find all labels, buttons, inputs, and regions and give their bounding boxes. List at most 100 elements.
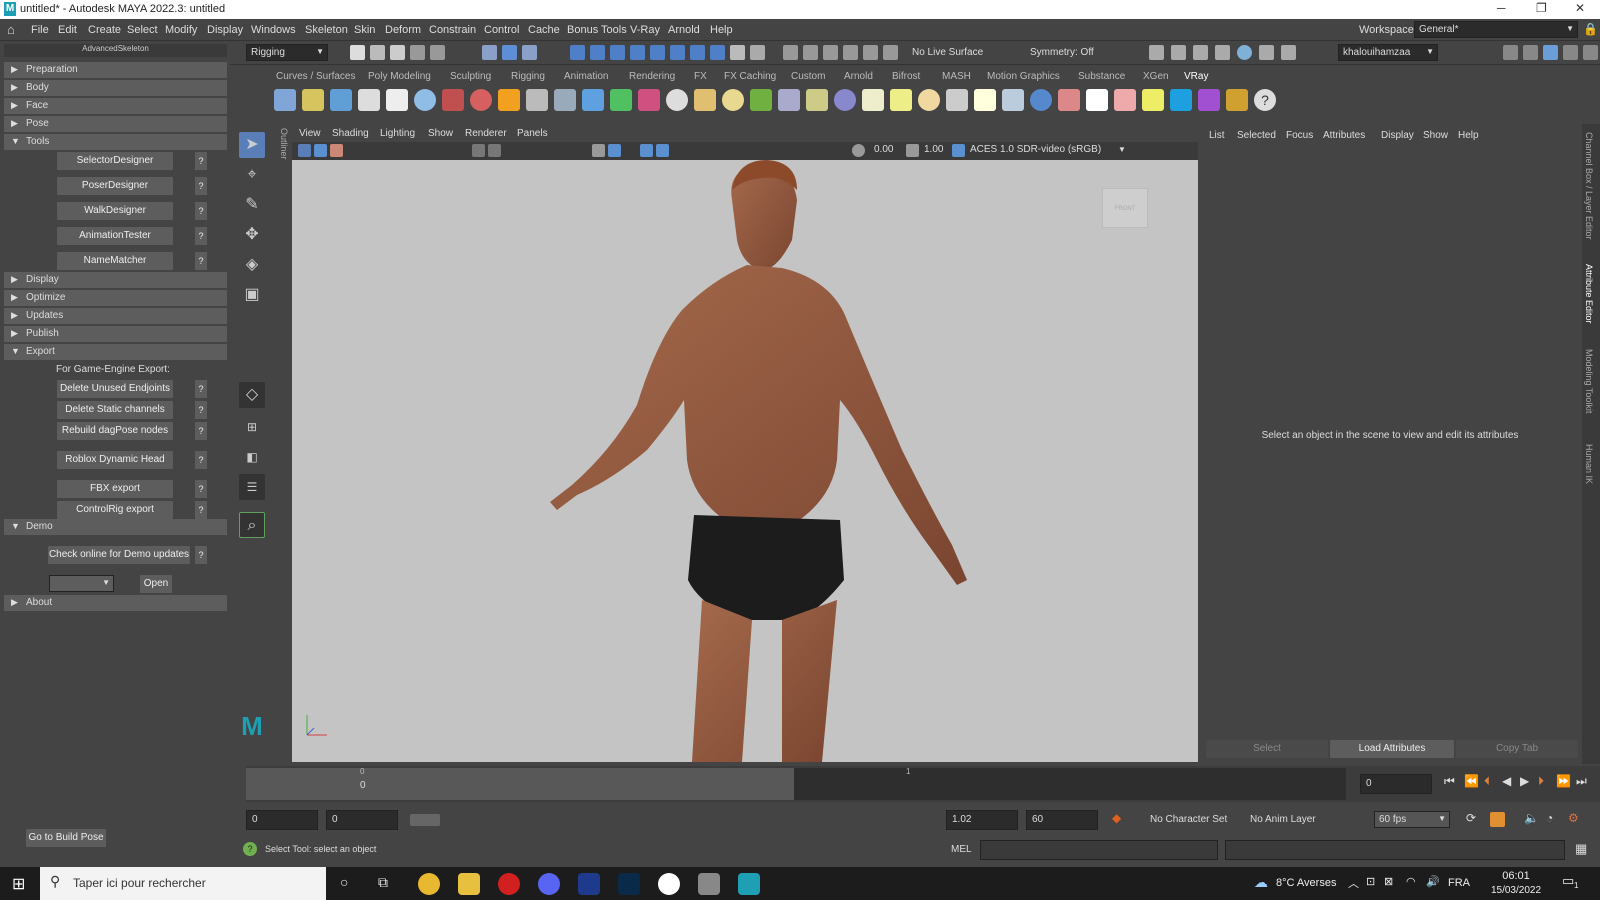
help-button[interactable]: ? (195, 252, 207, 270)
render-view-icon[interactable] (1237, 45, 1252, 60)
shelf-tab-sculpting[interactable]: Sculpting (450, 71, 491, 82)
shelf-tab-arnold[interactable]: Arnold (844, 71, 873, 82)
snap-live-icon[interactable] (863, 45, 878, 60)
menu-edit[interactable]: Edit (58, 24, 77, 36)
section-demo[interactable]: ▼ Demo (4, 519, 227, 535)
tray-chevron-icon[interactable]: ︿ (1348, 875, 1359, 891)
vray-chaos-icon[interactable] (1198, 89, 1220, 111)
ime-icon[interactable]: ⊠ (1384, 875, 1393, 888)
tab-human-ik[interactable]: Human IK (1584, 444, 1594, 484)
select-by-component-icon[interactable] (522, 45, 537, 60)
undo-icon[interactable] (410, 45, 425, 60)
opera-icon[interactable] (498, 873, 520, 895)
lasso-tool-icon[interactable]: ⌖ (239, 162, 265, 188)
fps-dropdown[interactable]: 60 fps ▼ (1374, 811, 1450, 828)
select-deformations-icon[interactable] (650, 45, 665, 60)
range-handle[interactable] (410, 814, 440, 826)
save-scene-icon[interactable] (390, 45, 405, 60)
roblox-dynamic-head-button[interactable]: Roblox Dynamic Head (57, 451, 173, 469)
vray-cloud-icon[interactable] (1170, 89, 1192, 111)
menu-skeleton[interactable]: Skeleton (305, 24, 348, 36)
search-icon[interactable]: ⌕ (239, 512, 265, 538)
weather-icon[interactable]: ☁ (1254, 874, 1268, 891)
close-icon[interactable]: ✕ (1575, 1, 1585, 15)
outliner-side-tab[interactable]: Outliner (273, 128, 289, 188)
command-input[interactable] (980, 840, 1218, 860)
time-slider[interactable]: 0 1 0 0 ⏮ ⏪ ⏴ ◀ ▶ ⏵ ⏩ ⏭ (246, 766, 1600, 802)
vray-dome-light-icon[interactable] (666, 89, 688, 111)
vray-light-lister-icon[interactable] (1142, 89, 1164, 111)
vray-material-icon[interactable] (414, 89, 436, 111)
section-export[interactable]: ▼ Export (4, 344, 227, 360)
scene-view[interactable]: FRONT (292, 160, 1198, 762)
controlrig-export-button[interactable]: ControlRig export (57, 501, 173, 519)
ae-copy-tab-button[interactable]: Copy Tab (1456, 740, 1578, 758)
go-to-start-icon[interactable]: ⏮ (1444, 774, 1455, 789)
shelf-tab-poly[interactable]: Poly Modeling (368, 71, 431, 82)
vray-sun-icon[interactable] (974, 89, 996, 111)
cortana-icon[interactable]: ○ (340, 874, 348, 890)
current-frame-field[interactable]: 0 (1360, 774, 1432, 794)
play-back-icon[interactable]: ◀ (1502, 774, 1511, 788)
shelf-tab-substance[interactable]: Substance (1078, 71, 1125, 82)
script-editor-icon[interactable]: ▦ (1575, 841, 1587, 857)
help-button[interactable]: ? (195, 422, 207, 440)
camera-attributes-icon[interactable] (314, 144, 327, 157)
time-slider-track[interactable]: 0 1 0 (246, 767, 1346, 800)
section-body[interactable]: ▶ Body (4, 80, 227, 96)
selector-designer-button[interactable]: SelectorDesigner (57, 152, 173, 170)
select-curves-icon[interactable] (610, 45, 625, 60)
rider-icon[interactable] (578, 873, 600, 895)
gamma-value[interactable]: 1.00 (924, 144, 943, 155)
viewport[interactable]: View Shading Lighting Show Renderer Pane… (292, 126, 1198, 762)
ae-select-button[interactable]: Select (1206, 740, 1328, 758)
vray-help-icon[interactable]: ? (1254, 89, 1276, 111)
help-button[interactable]: ? (195, 227, 207, 245)
view-cube[interactable]: FRONT (1102, 188, 1148, 228)
section-preparation[interactable]: ▶ Preparation (4, 62, 227, 78)
menu-modify[interactable]: Modify (165, 24, 197, 36)
shelf-tab-custom[interactable]: Custom (791, 71, 825, 82)
help-button[interactable]: ? (195, 451, 207, 469)
vp-menu-lighting[interactable]: Lighting (380, 128, 415, 139)
select-rendering-icon[interactable] (690, 45, 705, 60)
select-dynamics-icon[interactable] (670, 45, 685, 60)
section-face[interactable]: ▶ Face (4, 98, 227, 114)
task-view-icon[interactable]: ⧉ (378, 874, 388, 891)
section-tools[interactable]: ▼ Tools (4, 134, 227, 150)
menu-display[interactable]: Display (207, 24, 243, 36)
chevron-down-icon[interactable]: ▼ (1118, 145, 1126, 154)
shelf-tab-xgen[interactable]: XGen (1143, 71, 1169, 82)
shelf-tab-animation[interactable]: Animation (564, 71, 608, 82)
bookmark-icon[interactable] (330, 144, 343, 157)
help-button[interactable]: ? (195, 177, 207, 195)
end-time-field[interactable]: 60 (1026, 810, 1098, 830)
range-start-field[interactable]: 0 (326, 810, 398, 830)
hypershade-icon[interactable] (1215, 45, 1230, 60)
attribute-editor-toggle-icon[interactable] (1543, 45, 1558, 60)
vp-menu-renderer[interactable]: Renderer (465, 128, 507, 139)
shelf-tab-rendering[interactable]: Rendering (629, 71, 675, 82)
app-icon[interactable] (698, 873, 720, 895)
persp-outliner-layout-icon[interactable]: ◧ (239, 444, 265, 470)
highlight-selection-icon[interactable] (750, 45, 765, 60)
vray-blend-mtl-icon[interactable] (470, 89, 492, 111)
vray-ies-light-icon[interactable] (946, 89, 968, 111)
volume-icon[interactable]: 🔊 (1426, 875, 1440, 888)
chrome-icon[interactable] (418, 873, 440, 895)
lock-icon[interactable]: 🔒 (1583, 22, 1598, 36)
taskbar-search-box[interactable]: ⚲ Taper ici pour rechercher (40, 867, 326, 900)
maximize-icon[interactable]: ❐ (1536, 1, 1547, 15)
vray-omni-light-icon[interactable] (918, 89, 940, 111)
exposure-icon[interactable] (852, 144, 865, 157)
vray-light-mtl-icon[interactable] (442, 89, 464, 111)
ae-menu-focus[interactable]: Focus (1286, 130, 1313, 141)
colorspace-value[interactable]: ACES 1.0 SDR-video (sRGB) (970, 144, 1101, 155)
tool-settings-icon[interactable] (1563, 45, 1578, 60)
maya-taskbar-icon[interactable] (738, 873, 760, 895)
section-pose[interactable]: ▶ Pose (4, 116, 227, 132)
film-gate-icon[interactable] (488, 144, 501, 157)
walk-designer-button[interactable]: WalkDesigner (57, 202, 173, 220)
tab-channel-box[interactable]: Channel Box / Layer Editor (1584, 132, 1594, 240)
step-forward-icon[interactable]: ⏩ (1556, 774, 1571, 788)
